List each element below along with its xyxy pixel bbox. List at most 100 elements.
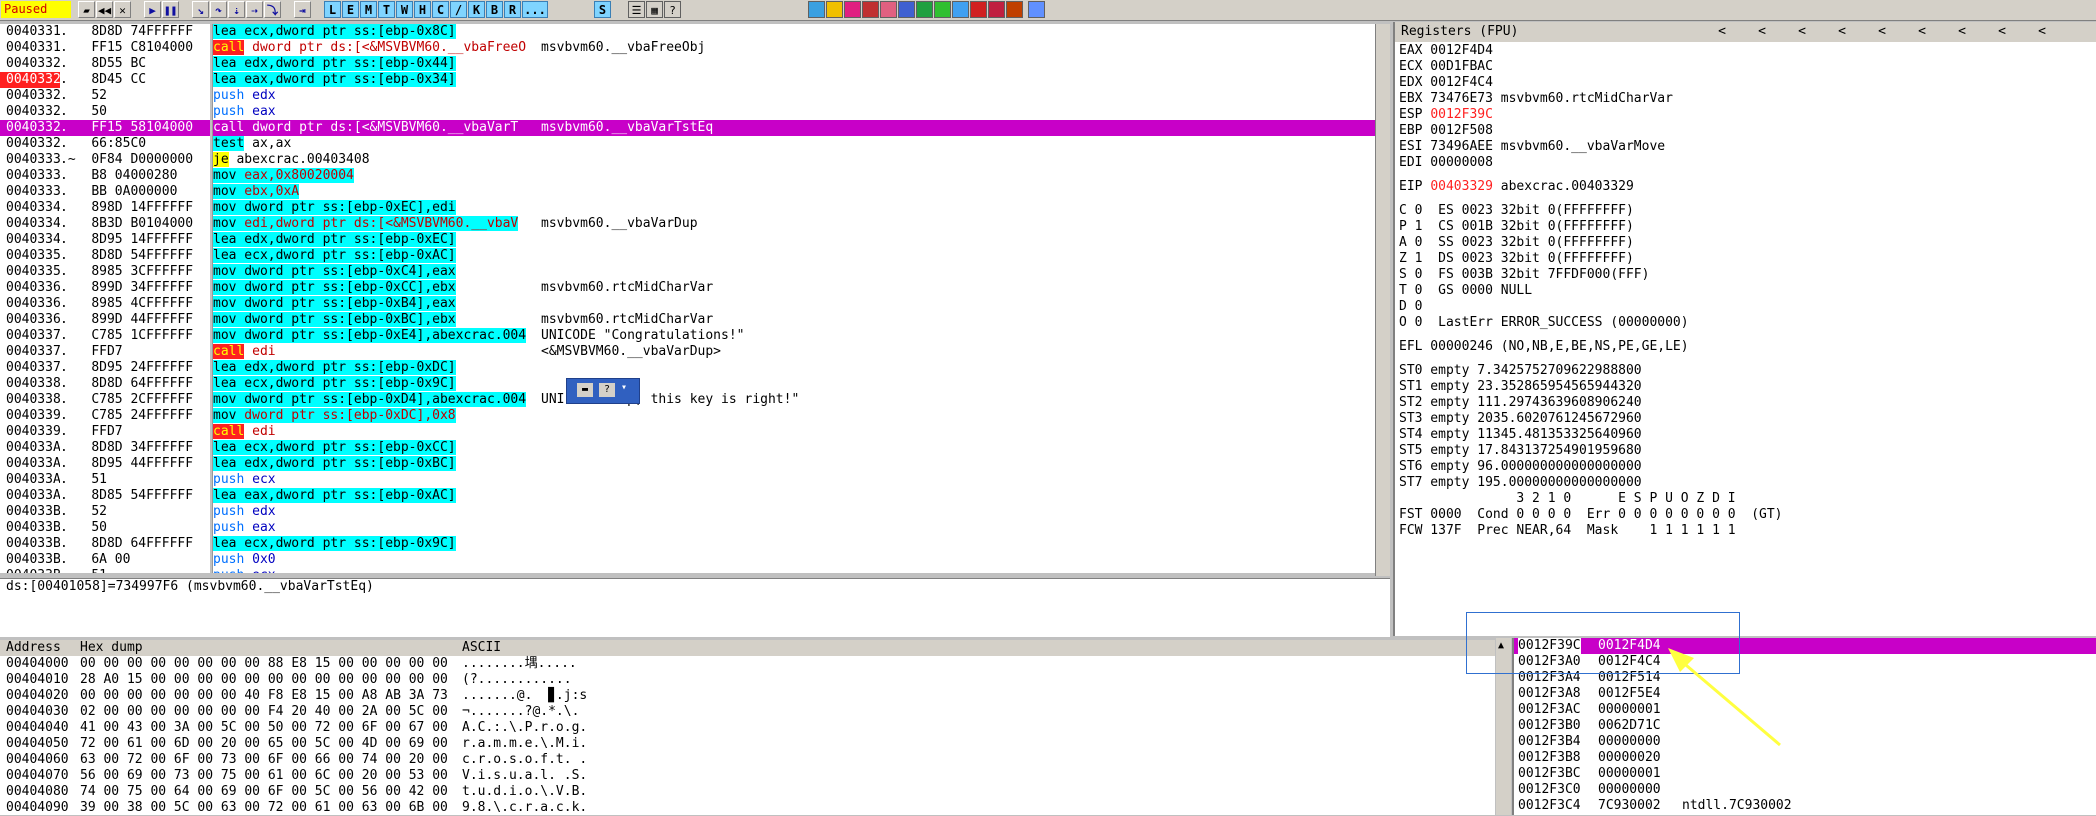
disasm-hex-column[interactable]: . 8D8D 74FFFFFF. FF15 C8104000. 8D55 BC.…: [60, 24, 210, 573]
disasm-row-comment[interactable]: [531, 488, 1375, 504]
register-value[interactable]: 0012F39C: [1430, 107, 1493, 122]
help-icon[interactable]: ?: [664, 1, 681, 18]
disasm-row-address[interactable]: 0040337E: [0, 360, 60, 376]
dump-row[interactable]: 00404060 63 00 72 00 6F 00 73 00 6F 00 66…: [0, 752, 1495, 768]
disasm-row-address[interactable]: 004033AC: [0, 472, 60, 488]
disasm-row-instruction[interactable]: mov dword ptr ss:[ebp-0xC4],eax: [213, 264, 531, 280]
plugin-icon-5[interactable]: [880, 1, 897, 18]
stack-value[interactable]: 0062D71C: [1598, 718, 1661, 734]
dump-ascii[interactable]: .......@. ▊.j:s: [462, 688, 587, 704]
disasm-row-instruction[interactable]: mov dword ptr ss:[ebp-0xBC],ebx: [213, 312, 531, 328]
dump-address[interactable]: 00404020: [6, 688, 69, 704]
register-line[interactable]: Z 1 DS 0023 32bit 0(FFFFFFFF): [1399, 251, 2096, 267]
stack-address[interactable]: 0012F3B0: [1518, 718, 1581, 734]
register-line[interactable]: ST1 empty 23.352865954565944320: [1399, 379, 2096, 395]
disasm-row-hex[interactable]: . 8985 3CFFFFFF: [60, 264, 210, 280]
disasm-row-address[interactable]: 004033B4: [0, 520, 60, 536]
disasm-row-instruction[interactable]: lea edx,dword ptr ss:[ebp-0x44]: [213, 56, 531, 72]
disasm-row-address[interactable]: 00403327: [0, 88, 60, 104]
register-line[interactable]: ST4 empty 11345.481353325640960: [1399, 427, 2096, 443]
pause-icon[interactable]: ❚❚: [162, 1, 179, 18]
plugin-icon-8[interactable]: [934, 1, 951, 18]
dump-row[interactable]: 00404030 02 00 00 00 00 00 00 00 F4 20 40…: [0, 704, 1495, 720]
chevron-left-icon[interactable]: <: [1875, 22, 1889, 42]
chevron-left-icon[interactable]: <: [2035, 22, 2049, 42]
disasm-row-address[interactable]: 004033B3: [0, 504, 60, 520]
disasm-row-hex[interactable]: . 899D 34FFFFFF: [60, 280, 210, 296]
toolbar-letter-slash[interactable]: /: [450, 1, 467, 18]
toolbar-letter-ellipsis[interactable]: ...: [522, 1, 548, 18]
disasm-row-address[interactable]: 00403328: [0, 104, 60, 120]
disasm-row-instruction[interactable]: push 0x0: [213, 552, 531, 568]
disasm-row-instruction[interactable]: lea edx,dword ptr ss:[ebp-0xBC]: [213, 456, 531, 472]
disasm-row-comment[interactable]: [531, 264, 1375, 280]
trace-over-icon[interactable]: ⇢: [246, 1, 263, 18]
plugin-icon-1[interactable]: [808, 1, 825, 18]
registers-pane[interactable]: Registers (FPU) < < < < < < < < < EAX 00…: [1393, 22, 2096, 636]
dump-hex[interactable]: 00 00 00 00 00 00 00 00 88 E8 15 00 00 0…: [80, 656, 448, 672]
disasm-row-instruction[interactable]: lea ecx,dword ptr ss:[ebp-0x8C]: [213, 24, 531, 40]
dump-address[interactable]: 00404050: [6, 736, 69, 752]
disasm-row-comment[interactable]: [531, 424, 1375, 440]
disasm-row-hex[interactable]: . 8D8D 64FFFFFF: [60, 536, 210, 552]
disasm-row-hex[interactable]: . 8D55 BC: [60, 56, 210, 72]
disasm-row-instruction[interactable]: je abexcrac.00403408: [213, 152, 531, 168]
register-line[interactable]: ESI 73496AEE msvbvm60.__vbaVarMove: [1399, 139, 2096, 155]
disasm-row-address[interactable]: 0040336C: [0, 312, 60, 328]
disasm-row-comment[interactable]: [531, 152, 1375, 168]
disasm-row-hex[interactable]: . C785 2CFFFFFF: [60, 392, 210, 408]
disasm-row-hex[interactable]: . 8D8D 74FFFFFF: [60, 24, 210, 40]
disasm-row-address[interactable]: 00403354: [0, 248, 60, 264]
stack-row[interactable]: 0012F3AC 00000001: [1514, 702, 2096, 718]
disasm-row-address[interactable]: 0040339E: [0, 424, 60, 440]
disasm-row-comment[interactable]: [531, 536, 1375, 552]
dump-ascii[interactable]: t.u.d.i.o.\.V.B.: [462, 784, 587, 800]
disasm-row-address[interactable]: 00403366: [0, 296, 60, 312]
register-line[interactable]: EIP 00403329 abexcrac.00403329: [1399, 179, 2096, 195]
dump-col-address[interactable]: Address: [6, 640, 61, 656]
disasm-row-hex[interactable]: . 8D8D 64FFFFFF: [60, 376, 210, 392]
register-line[interactable]: S 0 FS 003B 32bit 7FFDF000(FFF): [1399, 267, 2096, 283]
dump-address[interactable]: 00404040: [6, 720, 69, 736]
disasm-row-comment[interactable]: msvbvm60.rtcMidCharVar: [531, 280, 1375, 296]
disasm-row-hex[interactable]: . 51: [60, 568, 210, 573]
disasm-row-address[interactable]: 00403348: [0, 216, 60, 232]
register-line[interactable]: ESP 0012F39C: [1399, 107, 2096, 123]
disasm-row-comment[interactable]: [531, 200, 1375, 216]
dump-hex[interactable]: 39 00 38 00 5C 00 63 00 72 00 61 00 63 0…: [80, 800, 448, 816]
dump-address[interactable]: 00404070: [6, 768, 69, 784]
disasm-row-comment[interactable]: [531, 440, 1375, 456]
dump-hex[interactable]: 72 00 61 00 6D 00 20 00 65 00 5C 00 4D 0…: [80, 736, 448, 752]
dump-address[interactable]: 00404090: [6, 800, 69, 816]
register-line[interactable]: ST2 empty 111.29743639608906240: [1399, 395, 2096, 411]
dump-address[interactable]: 00404080: [6, 784, 69, 800]
disasm-row-address[interactable]: 00403342: [0, 200, 60, 216]
disasm-row-address[interactable]: 0040334E: [0, 232, 60, 248]
disasm-row-instruction[interactable]: lea ecx,dword ptr ss:[ebp-0x9C]: [213, 536, 531, 552]
rewind-icon[interactable]: ◀◀: [96, 1, 113, 18]
trace-into-icon[interactable]: ⇣: [228, 1, 245, 18]
disasm-row-instruction[interactable]: call dword ptr ds:[<&MSVBVM60.__vbaFreeO: [213, 40, 531, 56]
disasm-instruction-column[interactable]: lea ecx,dword ptr ss:[ebp-0x8C] call dwor…: [212, 24, 532, 573]
disasm-row-comment[interactable]: msvbvm60.rtcMidCharVar: [531, 312, 1375, 328]
toolbar-letter-e[interactable]: E: [342, 1, 359, 18]
disasm-row-instruction[interactable]: push eax: [213, 520, 531, 536]
dump-row[interactable]: 00404050 72 00 61 00 6D 00 20 00 65 00 5C…: [0, 736, 1495, 752]
disasm-row-comment[interactable]: [531, 456, 1375, 472]
stack-row[interactable]: 0012F3B0 0062D71C: [1514, 718, 2096, 734]
stack-address[interactable]: 0012F3C0: [1518, 782, 1581, 798]
dump-hex[interactable]: 63 00 72 00 6F 00 73 00 6F 00 66 00 74 0…: [80, 752, 448, 768]
help-icon[interactable]: ?: [599, 383, 615, 397]
disasm-row-hex[interactable]: . C785 1CFFFFFF: [60, 328, 210, 344]
disasm-row-hex[interactable]: . 8D95 14FFFFFF: [60, 232, 210, 248]
chevron-left-icon[interactable]: <: [1995, 22, 2009, 42]
disasm-row-instruction[interactable]: lea eax,dword ptr ss:[ebp-0xAC]: [213, 488, 531, 504]
plugin-icon-12[interactable]: [1006, 1, 1023, 18]
dump-row[interactable]: 00404020 00 00 00 00 00 00 00 40 F8 E8 15…: [0, 688, 1495, 704]
dump-pane[interactable]: 00404000 00 00 00 00 00 00 00 00 88 E8 15…: [0, 656, 1495, 815]
stack-value[interactable]: 00000000: [1598, 734, 1661, 750]
stack-address[interactable]: 0012F3AC: [1518, 702, 1581, 718]
dump-ascii[interactable]: A.C.:.\.P.r.o.g.: [462, 720, 587, 736]
dump-row[interactable]: 00404090 39 00 38 00 5C 00 63 00 72 00 61…: [0, 800, 1495, 816]
disasm-row-comment[interactable]: msvbvm60.__vbaVarTstEq: [531, 120, 1375, 136]
